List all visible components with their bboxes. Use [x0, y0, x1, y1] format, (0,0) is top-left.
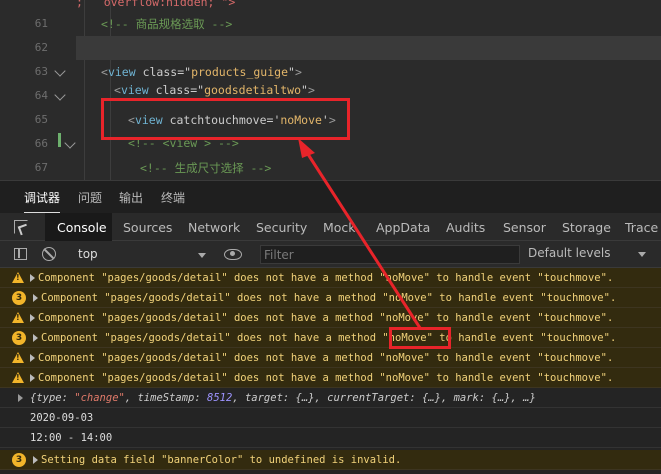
console-log-row[interactable]: 12:00 - 14:00: [0, 428, 661, 448]
line-number: 67: [34, 161, 48, 174]
log-levels-dropdown[interactable]: Default levels: [528, 246, 610, 260]
console-log-row[interactable]: {type: "change", timeStamp: 8512, target…: [0, 388, 661, 408]
warning-message: Component "pages/goods/detail" does not …: [41, 292, 617, 304]
annotation-highlight-box: [389, 327, 451, 349]
expand-triangle-icon[interactable]: [30, 314, 35, 322]
console-log-row[interactable]: 2020-09-03: [0, 408, 661, 428]
context-selector[interactable]: top: [68, 245, 212, 265]
panel-tab-bar: 调试器 问题 输出 终端: [0, 180, 661, 214]
line-number: 61: [34, 17, 48, 30]
filter-input[interactable]: [260, 245, 520, 264]
warning-message: Component "pages/goods/detail" does not …: [38, 352, 614, 364]
event-object: {type: "change", timeStamp: 8512, target…: [30, 392, 536, 404]
tab-console[interactable]: Console: [57, 220, 107, 235]
console-output: Component "pages/goods/detail" does not …: [0, 268, 661, 474]
tab-sources[interactable]: Sources: [123, 220, 172, 235]
fold-chevron-icon[interactable]: [64, 137, 76, 149]
dropdown-arrow-icon[interactable]: [638, 252, 646, 257]
fold-chevron-icon[interactable]: [54, 65, 66, 77]
code-editor[interactable]: ; overflow:hidden; "> 61 <!-- 商品规格选取 -->…: [0, 0, 661, 180]
expand-triangle-icon[interactable]: [33, 456, 38, 464]
expand-triangle-icon[interactable]: [33, 294, 38, 302]
repeat-count-badge: 3: [12, 453, 26, 467]
code-line[interactable]: 62: [0, 36, 661, 60]
tab-terminal[interactable]: 终端: [161, 189, 185, 206]
console-filter-bar: top Default levels: [0, 241, 661, 268]
warning-icon: [12, 272, 24, 283]
console-warning-row[interactable]: Component "pages/goods/detail" does not …: [0, 348, 661, 368]
tab-debugger[interactable]: 调试器: [24, 189, 61, 214]
tab-problems[interactable]: 问题: [78, 189, 102, 206]
repeat-count-badge: 3: [12, 331, 26, 345]
console-warning-row[interactable]: Component "pages/goods/detail" does not …: [0, 368, 661, 388]
log-message: 12:00 - 14:00: [30, 432, 113, 444]
warning-message: Component "pages/goods/detail" does not …: [41, 332, 617, 344]
show-sidebar-icon[interactable]: [14, 248, 27, 260]
line-number: 65: [34, 113, 48, 126]
console-warning-row[interactable]: 3 Component "pages/goods/detail" does no…: [0, 328, 661, 348]
console-warning-row[interactable]: Component "pages/goods/detail" does not …: [0, 268, 661, 288]
console-warning-row[interactable]: 3 Setting data field "bannerColor" to un…: [0, 450, 661, 470]
dropdown-arrow-icon: [198, 253, 206, 258]
tab-audits[interactable]: Audits: [446, 220, 485, 235]
line-number: 62: [34, 41, 48, 54]
code-line[interactable]: 67 <!-- 生成尺寸选择 -->: [0, 156, 661, 180]
expand-triangle-icon[interactable]: [30, 374, 35, 382]
warning-icon: [12, 312, 24, 323]
expand-triangle-icon[interactable]: [30, 274, 35, 282]
warning-message: Component "pages/goods/detail" does not …: [38, 272, 614, 284]
tab-network[interactable]: Network: [188, 220, 240, 235]
console-warning-row[interactable]: Component "pages/goods/detail" does not …: [0, 308, 661, 328]
line-number: 66: [34, 137, 48, 150]
annotation-highlight-box: [101, 98, 350, 140]
devtools-toolbar: Console Sources Network Security Mock Ap…: [0, 213, 661, 241]
code-comment: <!-- 商品规格选取 -->: [101, 17, 233, 31]
tab-storage[interactable]: Storage: [562, 220, 611, 235]
context-label: top: [78, 247, 98, 261]
clear-console-icon[interactable]: [42, 247, 56, 261]
line-number: 63: [34, 65, 48, 78]
tab-output[interactable]: 输出: [119, 189, 143, 206]
warning-icon: [12, 352, 24, 363]
expand-triangle-icon[interactable]: [33, 334, 38, 342]
log-message: 2020-09-03: [30, 412, 94, 424]
tab-security[interactable]: Security: [256, 220, 307, 235]
tab-sensor[interactable]: Sensor: [503, 220, 546, 235]
tab-trace[interactable]: Trace: [625, 220, 658, 235]
inspect-element-icon[interactable]: [14, 220, 28, 234]
warning-message: Component "pages/goods/detail" does not …: [38, 312, 614, 324]
expand-triangle-icon[interactable]: [18, 394, 23, 402]
console-warning-row[interactable]: 3 Component "pages/goods/detail" does no…: [0, 288, 661, 308]
tab-appdata[interactable]: AppData: [376, 220, 430, 235]
code-line[interactable]: 61 <!-- 商品规格选取 -->: [0, 12, 661, 36]
line-number: 64: [34, 89, 48, 102]
tab-mock[interactable]: Mock: [323, 220, 356, 235]
code-line[interactable]: 63 <view class="products_guige">: [0, 60, 661, 84]
live-expression-eye-icon[interactable]: [224, 249, 242, 260]
fold-chevron-icon[interactable]: [54, 89, 66, 101]
code-comment: <!-- 生成尺寸选择 -->: [140, 161, 272, 175]
repeat-count-badge: 3: [12, 291, 26, 305]
expand-triangle-icon[interactable]: [30, 354, 35, 362]
warning-message: Component "pages/goods/detail" does not …: [38, 372, 614, 384]
warning-message: Setting data field "bannerColor" to unde…: [41, 454, 402, 466]
warning-icon: [12, 372, 24, 383]
